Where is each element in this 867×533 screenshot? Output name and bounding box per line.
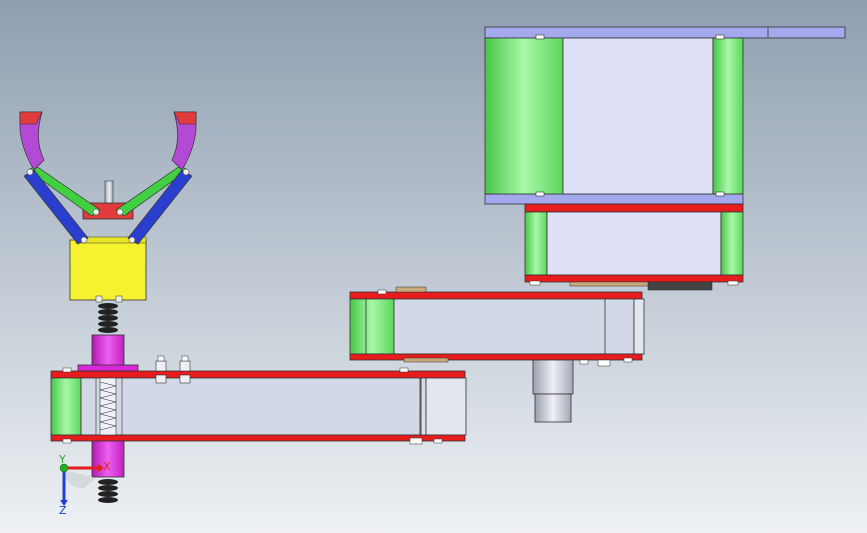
- spring-upper: [98, 303, 118, 333]
- gearbox-flange-top: [524, 203, 744, 213]
- upper-arm-shaft: [532, 359, 574, 395]
- lower-arm-hub-left: [50, 377, 82, 436]
- upper-arm-hub-left: [349, 298, 395, 355]
- lower-arm-end-cap: [425, 377, 467, 436]
- upper-arm-top-band: [349, 291, 643, 300]
- cad-viewport[interactable]: X Y Z: [0, 0, 867, 533]
- gearbox-flange-bottom: [524, 274, 744, 283]
- triad-x-label: X: [103, 460, 111, 473]
- gearbox-right: [720, 211, 744, 276]
- triad-z-label: Z: [59, 504, 67, 517]
- motor-face: [562, 37, 714, 195]
- triad-y-label: Y: [58, 453, 66, 466]
- spline-nut-flange: [77, 364, 139, 372]
- gearbox-left: [524, 211, 548, 276]
- motor-bottom-plate: [484, 193, 744, 205]
- upper-arm-shaft-tip: [534, 393, 572, 423]
- motor-housing-left: [484, 37, 564, 195]
- lower-arm-body: [80, 377, 422, 436]
- gearbox-face: [546, 211, 722, 276]
- upper-arm-end-cap: [633, 298, 645, 355]
- motor-housing-right: [712, 37, 744, 195]
- lower-arm-bottom-band: [50, 434, 466, 442]
- upper-arm-body: [393, 298, 635, 355]
- upper-arm-bottom-band: [349, 353, 643, 361]
- gripper-body: [69, 239, 147, 301]
